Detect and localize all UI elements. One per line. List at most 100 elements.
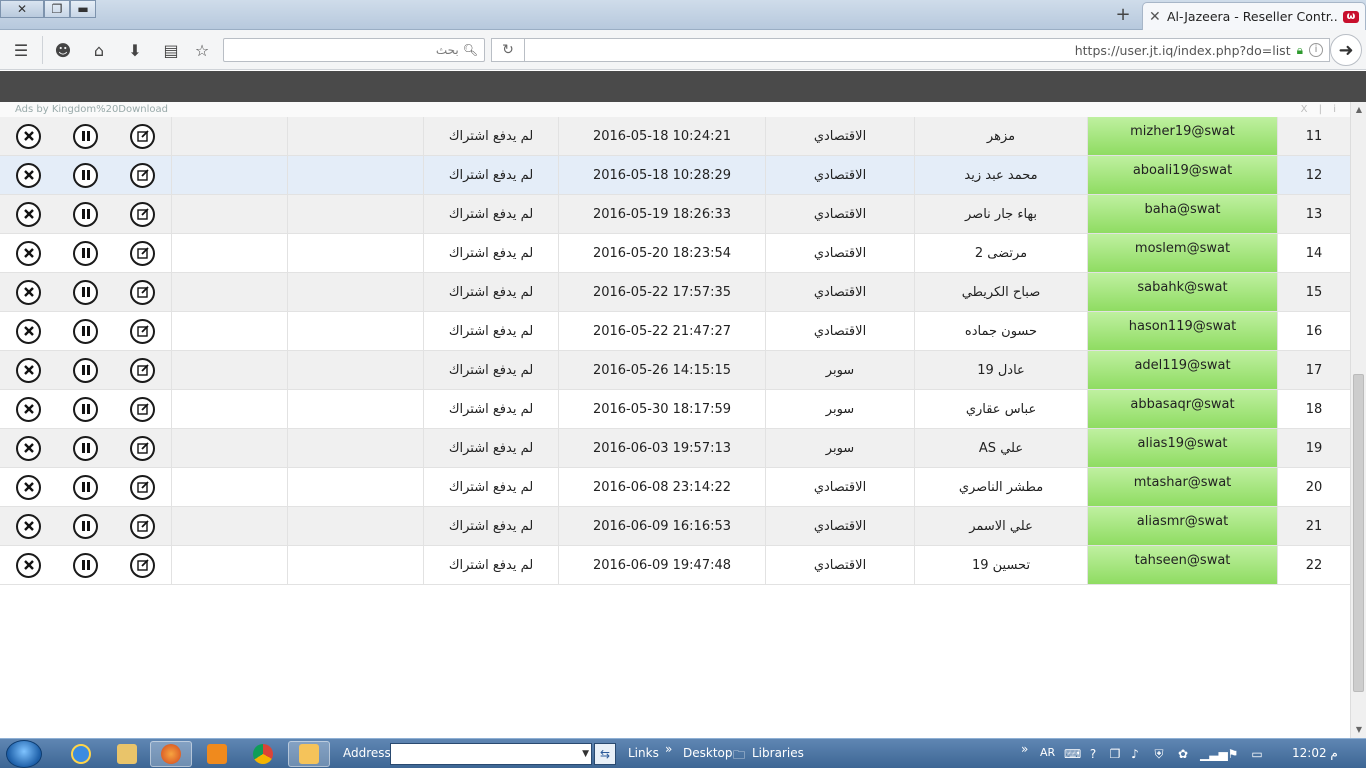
taskbar-app-icon[interactable]: [288, 741, 330, 767]
edit-button[interactable]: [130, 123, 155, 149]
username-cell[interactable]: sabahk@swat: [1087, 273, 1277, 311]
username-cell[interactable]: adel119@swat: [1087, 351, 1277, 389]
edit-button[interactable]: [130, 201, 155, 227]
username-cell[interactable]: aboali19@swat: [1087, 156, 1277, 194]
delete-button[interactable]: [16, 396, 41, 422]
username-cell[interactable]: hason119@swat: [1087, 312, 1277, 350]
tray-overflow-icon[interactable]: »: [1021, 742, 1028, 756]
edit-button[interactable]: [130, 435, 155, 461]
antivirus-icon[interactable]: ✿: [1176, 747, 1190, 761]
clock[interactable]: 12:02 م: [1292, 746, 1338, 760]
edit-button[interactable]: [130, 396, 155, 422]
scroll-up-icon[interactable]: ▲: [1351, 102, 1366, 118]
username-cell[interactable]: abbasaqr@swat: [1087, 390, 1277, 428]
window-close-button[interactable]: ✕: [0, 0, 44, 18]
show-desktop-icon[interactable]: ▭: [1250, 747, 1264, 761]
pause-cell: [57, 117, 114, 155]
delete-button[interactable]: [16, 240, 41, 266]
delete-button[interactable]: [16, 513, 41, 539]
delete-button[interactable]: [16, 162, 41, 188]
tab-active[interactable]: ✕ Al-Jazeera - Reseller Contr... ω: [1142, 2, 1366, 30]
pause-icon: [81, 404, 90, 414]
username-cell[interactable]: aliasmr@swat: [1087, 507, 1277, 545]
empty-cell: [171, 273, 287, 311]
security-shield-icon[interactable]: ⛨: [1152, 747, 1166, 761]
tab-close-icon[interactable]: ✕: [1149, 9, 1167, 25]
ad-controls[interactable]: X | i: [1301, 104, 1340, 115]
taskbar-firefox-icon[interactable]: [150, 741, 192, 767]
pause-button[interactable]: [73, 162, 98, 188]
delete-button[interactable]: [16, 123, 41, 149]
scroll-down-icon[interactable]: ▼: [1351, 722, 1366, 738]
pause-button[interactable]: [73, 435, 98, 461]
dropdown-icon[interactable]: ▼: [582, 749, 589, 759]
delete-button[interactable]: [16, 201, 41, 227]
help-icon[interactable]: ?: [1086, 747, 1100, 761]
new-tab-button[interactable]: +: [1112, 5, 1134, 27]
taskbar-address-input[interactable]: ▼: [390, 743, 592, 765]
pause-button[interactable]: [73, 396, 98, 422]
username-cell[interactable]: baha@swat: [1087, 195, 1277, 233]
edit-button[interactable]: [130, 357, 155, 383]
taskbar-chrome-icon[interactable]: [242, 741, 284, 767]
keyboard-icon[interactable]: ⌨: [1064, 747, 1081, 761]
username-cell[interactable]: moslem@swat: [1087, 234, 1277, 272]
scroll-thumb[interactable]: [1353, 374, 1364, 692]
pause-button[interactable]: [73, 201, 98, 227]
search-input[interactable]: بحث 🔍︎: [223, 38, 485, 62]
bookmarks-list-icon[interactable]: ▤: [160, 39, 182, 61]
window-restore-button[interactable]: ❐: [44, 0, 70, 18]
smiley-feedback-icon[interactable]: ☻: [52, 39, 74, 61]
pause-button[interactable]: [73, 279, 98, 305]
edit-button[interactable]: [130, 513, 155, 539]
username-cell[interactable]: alias19@swat: [1087, 429, 1277, 467]
edit-button[interactable]: [130, 474, 155, 500]
bookmark-star-icon[interactable]: ☆: [191, 39, 213, 61]
edit-button[interactable]: [130, 240, 155, 266]
address-go-button[interactable]: ⇆: [594, 743, 616, 765]
pause-button[interactable]: [73, 123, 98, 149]
username-cell[interactable]: mtashar@swat: [1087, 468, 1277, 506]
pause-button[interactable]: [73, 513, 98, 539]
start-button[interactable]: [6, 740, 42, 768]
libraries-toolbar[interactable]: Libraries: [752, 746, 804, 760]
pause-button[interactable]: [73, 552, 98, 578]
edit-button[interactable]: [130, 318, 155, 344]
downloads-icon[interactable]: ⬇: [124, 39, 146, 61]
username-cell[interactable]: mizher19@swat: [1087, 117, 1277, 155]
links-toolbar[interactable]: Links: [628, 746, 659, 760]
volume-icon[interactable]: ♪: [1128, 747, 1142, 761]
links-overflow-icon[interactable]: »: [665, 742, 672, 756]
pause-button[interactable]: [73, 318, 98, 344]
username-cell[interactable]: tahseen@swat: [1087, 546, 1277, 584]
page-scrollbar[interactable]: ▲ ▼: [1350, 102, 1366, 738]
delete-button[interactable]: [16, 474, 41, 500]
restore-icon[interactable]: ❐: [1108, 747, 1122, 761]
network-signal-icon[interactable]: ▁▃▅: [1200, 747, 1228, 761]
forward-arrow-button[interactable]: ➜: [1330, 34, 1362, 66]
site-info-icon[interactable]: i: [1309, 43, 1323, 57]
address-bar[interactable]: https://user.jt.iq/index.php?do=list 🔒︎ …: [524, 38, 1330, 62]
flag-alert-icon[interactable]: ⚑: [1226, 747, 1240, 761]
reload-button[interactable]: ↻: [491, 38, 525, 62]
taskbar-ie-icon[interactable]: [60, 741, 102, 767]
delete-button[interactable]: [16, 552, 41, 578]
pause-button[interactable]: [73, 474, 98, 500]
pause-button[interactable]: [73, 357, 98, 383]
delete-button[interactable]: [16, 279, 41, 305]
libraries-folder-icon[interactable]: 🗀︎: [733, 746, 745, 767]
pause-button[interactable]: [73, 240, 98, 266]
delete-button[interactable]: [16, 435, 41, 461]
delete-button[interactable]: [16, 318, 41, 344]
delete-button[interactable]: [16, 357, 41, 383]
language-indicator[interactable]: AR: [1040, 746, 1055, 759]
edit-button[interactable]: [130, 162, 155, 188]
desktop-toolbar[interactable]: Desktop: [683, 746, 733, 760]
window-minimize-button[interactable]: ▬: [70, 0, 96, 18]
taskbar-explorer-icon[interactable]: [106, 741, 148, 767]
edit-button[interactable]: [130, 552, 155, 578]
edit-button[interactable]: [130, 279, 155, 305]
taskbar-media-player-icon[interactable]: [196, 741, 238, 767]
home-icon[interactable]: ⌂: [88, 39, 110, 61]
menu-icon[interactable]: ☰: [10, 39, 32, 61]
